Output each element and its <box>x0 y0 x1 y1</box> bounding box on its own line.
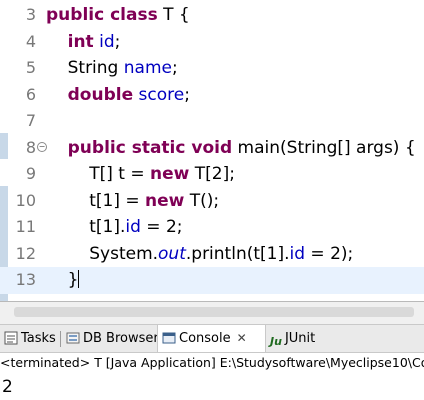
code-text: t[1] = new T(); <box>46 188 219 215</box>
line-number: 3 <box>25 5 36 24</box>
console-output: 2 <box>2 377 13 397</box>
code-text: } <box>46 267 80 294</box>
line-number: 12 <box>15 243 36 263</box>
tab-junit[interactable]: Ju JUnit <box>266 325 315 352</box>
code-token: out <box>158 243 186 264</box>
scrollbar-thumb[interactable] <box>14 307 414 317</box>
code-token: id <box>99 31 115 52</box>
code-token: } <box>46 270 79 290</box>
code-text: public class T { <box>46 2 190 29</box>
line-number: 7 <box>25 111 36 130</box>
code-line[interactable]: 7 <box>0 108 424 135</box>
code-token: T { <box>157 5 190 25</box>
code-editor[interactable]: 3 public class T {4 int id; 5 String name;… <box>0 0 424 302</box>
db-browser-icon <box>66 332 80 344</box>
tasks-icon <box>4 331 18 345</box>
junit-icon: Ju <box>270 335 282 348</box>
code-token: t[1] = <box>46 190 146 211</box>
tab-console[interactable]: Console ✕ <box>157 325 266 352</box>
tab-tasks-label: Tasks <box>21 331 56 346</box>
code-text: System.out.println(t[1].id = 2); <box>46 241 353 268</box>
line-number: 13 <box>15 270 36 289</box>
line-number: 9 <box>25 164 36 183</box>
line-number: 4 <box>25 31 36 51</box>
code-token: name <box>123 58 172 78</box>
tab-db-browser-label: DB Browser <box>83 331 159 346</box>
code-line[interactable]: 10 t[1] = new T(); <box>0 188 424 215</box>
code-token: String <box>46 58 124 78</box>
line-number: 11 <box>15 217 36 236</box>
code-token: ; <box>114 31 121 52</box>
code-token: T[2]; <box>189 164 235 184</box>
code-token: ; <box>171 58 178 78</box>
code-token: id <box>125 217 141 237</box>
code-text: T[] t = new T[2]; <box>46 161 235 188</box>
code-token: .println(t[1]. <box>185 243 290 264</box>
tab-tasks[interactable]: Tasks <box>0 325 56 352</box>
console-status-text: <terminated> T [Java Application] E:\Stu… <box>0 355 424 370</box>
code-token: = 2; <box>140 217 183 237</box>
line-number: 5 <box>25 58 36 77</box>
code-token: int <box>67 31 94 52</box>
code-line[interactable]: 4 int id; <box>0 29 424 56</box>
editor-horizontal-scrollbar[interactable] <box>0 302 424 324</box>
code-token: T[] t = <box>46 164 151 184</box>
code-token: double <box>67 84 134 105</box>
code-text: double score; <box>46 82 190 109</box>
console-icon <box>162 332 176 344</box>
code-token: T(); <box>184 190 220 211</box>
close-icon[interactable]: ✕ <box>237 331 247 345</box>
code-token: main(String[] args) { <box>232 137 416 158</box>
code-token: public class <box>46 5 158 25</box>
code-token: new <box>150 164 190 184</box>
code-text: int id; <box>46 29 121 56</box>
code-token: ; <box>184 84 190 105</box>
code-token: public static void <box>67 137 233 158</box>
code-token: score <box>138 84 185 105</box>
code-line[interactable]: 12 System.out.println(t[1].id = 2); <box>0 241 424 268</box>
code-line[interactable]: 9 T[] t = new T[2]; <box>0 161 424 188</box>
code-text: t[1].id = 2; <box>46 214 183 241</box>
code-token: id <box>289 243 306 264</box>
tab-junit-label: JUnit <box>284 331 316 346</box>
code-line[interactable]: 3 public class T { <box>0 2 424 29</box>
code-token: t[1]. <box>46 217 126 237</box>
code-line[interactable]: 13 } <box>0 267 424 294</box>
code-text: String name; <box>46 55 178 82</box>
tab-separator <box>60 331 61 347</box>
code-line[interactable]: 8− public static void main(String[] args… <box>0 135 424 162</box>
line-number: 8 <box>25 137 36 157</box>
tab-console-label: Console <box>179 331 231 346</box>
text-cursor <box>78 270 80 288</box>
bottom-panel-tab-bar: Tasks DB Browser Console ✕ Ju JUnit <box>0 324 424 353</box>
code-token: = 2); <box>305 243 354 264</box>
code-line[interactable]: 11 t[1].id = 2; <box>0 214 424 241</box>
code-token: System. <box>46 243 159 264</box>
code-line[interactable]: 6 double score; <box>0 82 424 109</box>
code-token: new <box>145 190 185 211</box>
tab-db-browser[interactable]: DB Browser <box>62 325 159 352</box>
code-line[interactable]: 5 String name; <box>0 55 424 82</box>
line-number: 10 <box>15 190 36 210</box>
code-text: public static void main(String[] args) { <box>46 135 416 162</box>
line-number: 6 <box>25 84 36 104</box>
